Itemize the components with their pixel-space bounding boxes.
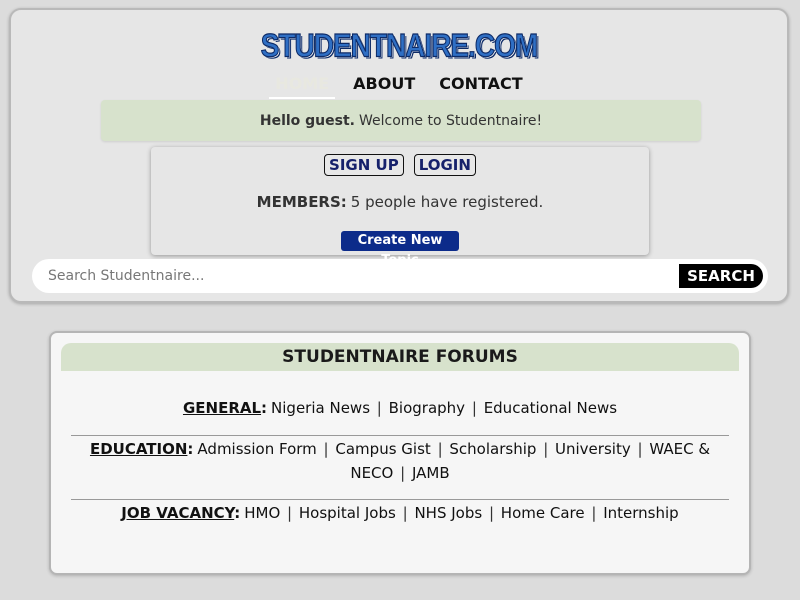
login-button[interactable]: LOGIN (413, 154, 476, 176)
board-link[interactable]: Scholarship (449, 440, 536, 458)
nav-home[interactable]: HOME (269, 72, 336, 99)
board-link[interactable]: Nigeria News (271, 399, 370, 417)
category-link-education[interactable]: EDUCATION (90, 440, 187, 458)
divider (71, 435, 729, 436)
category-link-general[interactable]: GENERAL (183, 399, 261, 417)
category-link-job-vacancy[interactable]: JOB VACANCY (121, 504, 234, 522)
site-header: STUDENTNAIRE.COM HOME ABOUT CONTACT Hello … (9, 8, 789, 303)
separator: | (488, 504, 495, 522)
search-bar: SEARCH (32, 259, 768, 293)
separator: | (637, 440, 643, 458)
divider (71, 499, 729, 500)
members-label: MEMBERS: (256, 193, 347, 211)
forums-title: STUDENTNAIRE FORUMS (61, 343, 739, 371)
members-count: 5 people have registered. (350, 193, 544, 211)
board-link[interactable]: Campus Gist (335, 440, 430, 458)
search-input[interactable] (48, 259, 668, 293)
separator: | (471, 399, 477, 417)
board-link[interactable]: Hospital Jobs (299, 504, 396, 522)
category-colon: : (234, 504, 241, 522)
board-link[interactable]: HMO (244, 504, 280, 522)
create-topic-button[interactable]: Create New Topic (341, 231, 459, 268)
members-info: MEMBERS: 5 people have registered. (151, 193, 649, 211)
search-button[interactable]: SEARCH (679, 264, 763, 288)
signup-button[interactable]: SIGN UP (324, 154, 404, 176)
nav-about[interactable]: ABOUT (347, 72, 421, 97)
auth-buttons: SIGN UP LOGIN (151, 154, 649, 176)
welcome-banner: Hello guest. Welcome to Studentnaire! (101, 100, 701, 141)
separator: | (287, 504, 293, 522)
category-colon: : (187, 440, 194, 458)
board-link[interactable]: NHS Jobs (414, 504, 482, 522)
category-general: GENERAL: Nigeria News | Biography | Educa… (71, 396, 729, 420)
separator: | (400, 464, 406, 482)
category-job-vacancy: JOB VACANCY: HMO | Hospital Jobs | NHS Jo… (71, 501, 729, 525)
board-link[interactable]: JAMB (412, 464, 450, 482)
separator: | (323, 440, 329, 458)
category-education: EDUCATION: Admission Form | Campus Gist |… (71, 437, 729, 485)
separator: | (376, 399, 382, 417)
board-link[interactable]: Biography (389, 399, 465, 417)
separator: | (591, 504, 597, 522)
welcome-greeting: Hello guest. (259, 112, 355, 129)
separator: | (543, 440, 549, 458)
board-link[interactable]: University (555, 440, 631, 458)
separator: | (437, 440, 443, 458)
forums-panel: STUDENTNAIRE FORUMS GENERAL: Nigeria News… (49, 331, 751, 575)
category-colon: : (261, 399, 268, 417)
welcome-message: Welcome to Studentnaire! (359, 112, 543, 129)
main-nav: HOME ABOUT CONTACT (11, 72, 787, 99)
board-link[interactable]: Home Care (501, 504, 585, 522)
board-link[interactable]: Internship (603, 504, 678, 522)
separator: | (402, 504, 408, 522)
board-link[interactable]: Educational News (484, 399, 617, 417)
site-logo[interactable]: STUDENTNAIRE.COM (11, 27, 787, 65)
account-panel: SIGN UP LOGIN MEMBERS: 5 people have regis… (151, 147, 649, 268)
nav-contact[interactable]: CONTACT (433, 72, 528, 97)
board-link[interactable]: Admission Form (197, 440, 316, 458)
